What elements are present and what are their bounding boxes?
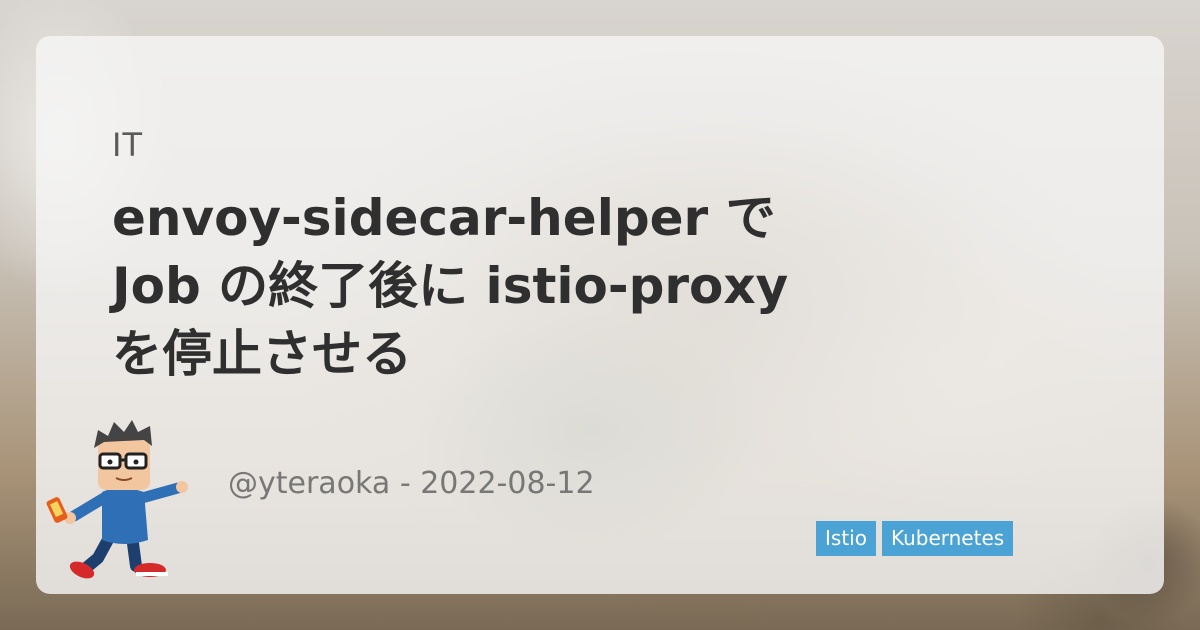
author-handle[interactable]: @yteraoka: [228, 466, 390, 501]
meta-separator: -: [390, 466, 421, 501]
category-label: IT: [112, 126, 143, 164]
author-date-line: @yteraoka - 2022-08-12: [228, 466, 595, 501]
title-line-1: envoy-sidecar-helper で: [112, 189, 776, 247]
author-avatar-icon: [46, 420, 188, 579]
title-line-3: を停止させる: [112, 325, 412, 383]
title-line-2: Job の終了後に istio-proxy: [112, 257, 789, 315]
tag-kubernetes[interactable]: Kubernetes: [881, 521, 1014, 556]
article-title: envoy-sidecar-helper で Job の終了後に istio-p…: [112, 184, 1052, 388]
tag-list: Istio Kubernetes: [816, 521, 1014, 556]
publish-date: 2022-08-12: [420, 466, 595, 501]
tag-istio[interactable]: Istio: [816, 521, 876, 556]
